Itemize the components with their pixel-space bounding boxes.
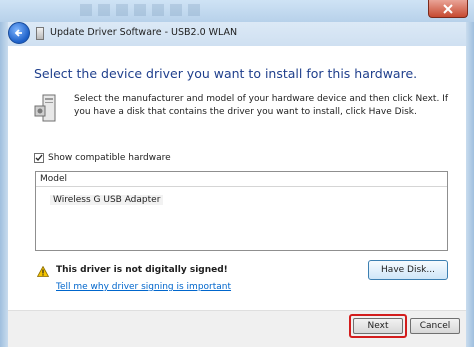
show-compatible-row[interactable]: Show compatible hardware bbox=[34, 153, 171, 163]
unsigned-driver-warning: This driver is not digitally signed! bbox=[56, 265, 228, 275]
model-list[interactable]: Model Wireless G USB Adapter bbox=[35, 171, 448, 251]
cancel-button[interactable]: Cancel bbox=[410, 318, 460, 334]
have-disk-button[interactable]: Have Disk... bbox=[368, 260, 448, 280]
model-column-header[interactable]: Model bbox=[36, 172, 447, 187]
wizard-footer: Next Cancel bbox=[8, 310, 466, 347]
show-compatible-checkbox[interactable] bbox=[34, 153, 44, 163]
list-item[interactable]: Wireless G USB Adapter bbox=[50, 195, 164, 205]
update-driver-window: Update Driver Software - USB2.0 WLAN Sel… bbox=[0, 0, 474, 347]
show-compatible-label[interactable]: Show compatible hardware bbox=[48, 153, 171, 163]
wizard-header: Update Driver Software - USB2.0 WLAN bbox=[8, 22, 466, 46]
back-arrow-icon bbox=[14, 29, 22, 37]
driver-signing-link[interactable]: Tell me why driver signing is important bbox=[56, 282, 231, 292]
page-heading: Select the device driver you want to ins… bbox=[34, 66, 418, 81]
wizard-content: Select the device driver you want to ins… bbox=[8, 46, 466, 310]
title-bar[interactable] bbox=[0, 0, 474, 22]
back-button[interactable] bbox=[8, 22, 30, 44]
instructions-text: Select the manufacturer and model of you… bbox=[74, 94, 449, 117]
close-button[interactable] bbox=[428, 0, 468, 18]
hardware-device-icon bbox=[34, 94, 56, 122]
warning-icon bbox=[37, 266, 49, 277]
window-frame-left bbox=[0, 22, 8, 347]
close-icon bbox=[443, 3, 453, 14]
window-frame-right bbox=[466, 22, 474, 347]
checkmark-icon bbox=[35, 154, 43, 162]
next-button[interactable]: Next bbox=[353, 318, 403, 334]
background-ghost bbox=[80, 4, 200, 16]
device-icon bbox=[36, 27, 44, 40]
window-title: Update Driver Software - USB2.0 WLAN bbox=[50, 27, 238, 38]
